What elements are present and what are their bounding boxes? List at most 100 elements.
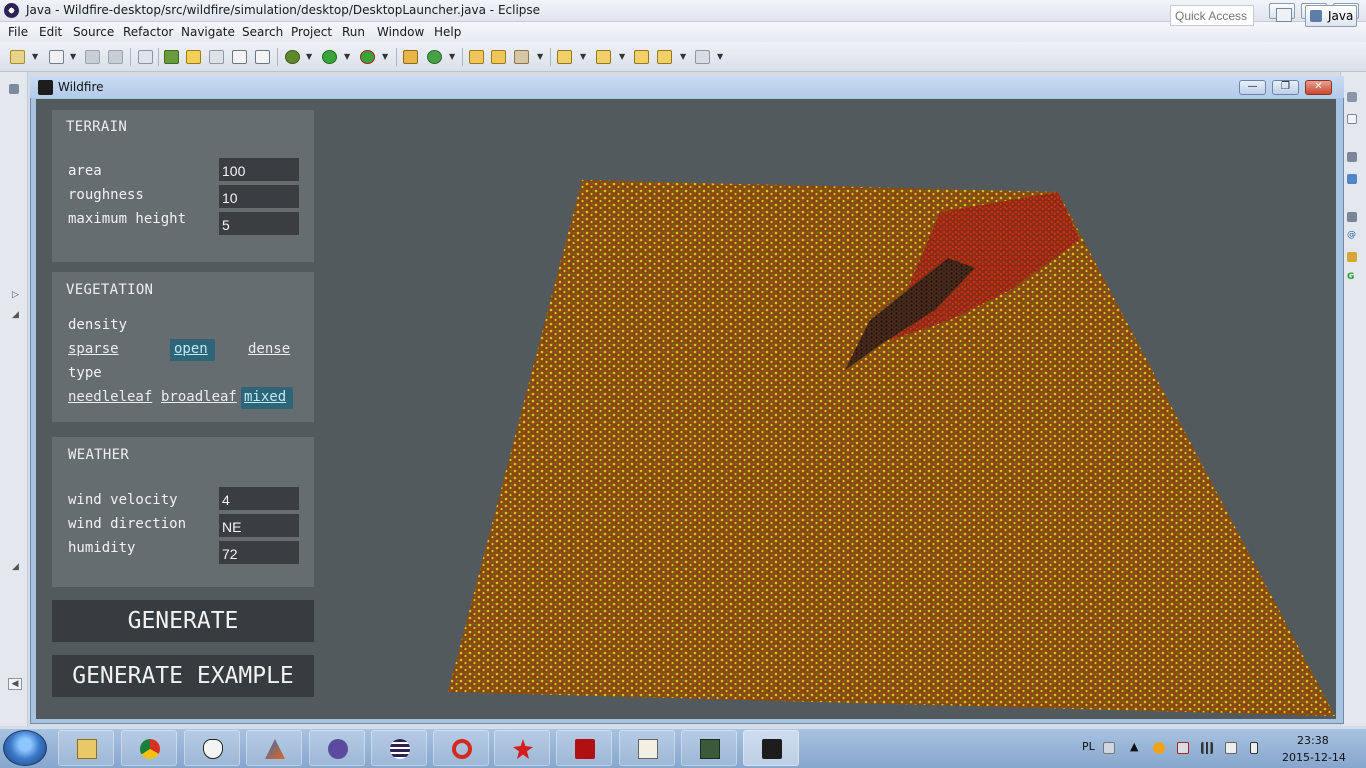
flag-icon[interactable]	[1177, 742, 1189, 754]
generate-button[interactable]: GENERATE	[52, 600, 314, 642]
taskbar-acrobat[interactable]	[556, 730, 612, 766]
gradle-icon[interactable]: G	[1347, 272, 1354, 282]
wind-velocity-input[interactable]	[219, 487, 299, 510]
save-all-icon[interactable]	[108, 50, 123, 64]
menu-search[interactable]: Search	[242, 25, 283, 39]
open-perspective-icon[interactable]	[1276, 8, 1292, 22]
wind-direction-input[interactable]	[219, 514, 299, 537]
new-icon[interactable]	[10, 50, 25, 64]
start-button[interactable]	[3, 730, 47, 766]
chevron-down-icon[interactable]: ▼	[717, 52, 723, 61]
forward-icon[interactable]	[695, 50, 710, 64]
chevron-down-icon[interactable]: ▼	[619, 52, 625, 61]
chevron-down-icon[interactable]: ▼	[70, 52, 76, 61]
chevron-down-icon[interactable]: ▼	[306, 52, 312, 61]
save-icon[interactable]	[85, 50, 100, 64]
package-explorer-icon[interactable]	[9, 84, 19, 94]
clock-time[interactable]: 23:38	[1297, 734, 1329, 747]
previous-annotation-icon[interactable]	[596, 50, 611, 64]
keyboard-icon[interactable]	[1103, 742, 1115, 754]
taskbar-app-1[interactable]	[184, 730, 240, 766]
taskbar-opera[interactable]	[433, 730, 489, 766]
taskbar-app-4[interactable]	[681, 730, 737, 766]
taskbar-app-2[interactable]	[309, 730, 365, 766]
maximum-height-input[interactable]	[219, 212, 299, 235]
humidity-input[interactable]	[219, 541, 299, 564]
battery-icon[interactable]	[1250, 742, 1258, 754]
menu-navigate[interactable]: Navigate	[181, 25, 235, 39]
external-tools-icon[interactable]	[360, 50, 375, 64]
collapse-icon[interactable]: ◢	[12, 310, 19, 320]
menu-file[interactable]: File	[8, 25, 28, 39]
taskbar-eclipse[interactable]	[371, 730, 427, 766]
chevron-down-icon[interactable]: ▼	[32, 52, 38, 61]
next-annotation-icon[interactable]	[557, 50, 572, 64]
refresh-icon[interactable]	[427, 50, 442, 64]
back-icon[interactable]	[657, 50, 672, 64]
taskbar-explorer[interactable]	[58, 730, 114, 766]
wildfire-maximize-button[interactable]: ❐	[1272, 80, 1299, 95]
edit-icon[interactable]	[209, 50, 224, 64]
quick-access-input[interactable]	[1170, 5, 1254, 26]
expand-icon[interactable]: ▷	[12, 290, 19, 300]
menu-window[interactable]: Window	[377, 25, 424, 39]
declaration-icon[interactable]	[1347, 252, 1357, 262]
chevron-down-icon[interactable]: ▼	[680, 52, 686, 61]
open-folder-icon[interactable]	[469, 50, 484, 64]
menu-project[interactable]: Project	[291, 25, 332, 39]
pin-icon[interactable]	[138, 50, 153, 64]
eclipse-icon	[390, 739, 410, 759]
pilcrow-icon[interactable]	[255, 50, 270, 64]
menu-refactor[interactable]: Refactor	[123, 25, 173, 39]
chevron-down-icon[interactable]: ▼	[580, 52, 586, 61]
taskbar-tex[interactable]	[619, 730, 675, 766]
clock-date[interactable]: 2015-12-14	[1282, 751, 1346, 764]
restore-icon[interactable]	[1347, 212, 1357, 222]
taskbar-matlab[interactable]	[246, 730, 302, 766]
chevron-down-icon[interactable]: ▼	[537, 52, 543, 61]
menu-source[interactable]: Source	[73, 25, 114, 39]
task-list-icon[interactable]	[1347, 114, 1357, 124]
outline-icon[interactable]	[1347, 92, 1357, 102]
density-option-sparse[interactable]: sparse	[66, 341, 121, 357]
type-option-mixed[interactable]: mixed	[241, 387, 293, 409]
debug-icon[interactable]	[285, 50, 300, 64]
taskbar-app-3[interactable]	[494, 730, 550, 766]
volume-icon[interactable]	[1225, 742, 1237, 754]
hierarchy-icon[interactable]	[1347, 174, 1357, 184]
type-option-broadleaf[interactable]: broadleaf	[159, 389, 239, 405]
open-type-icon[interactable]	[49, 50, 64, 64]
chevron-down-icon[interactable]: ▼	[449, 52, 455, 61]
show-hidden-icons[interactable]: ▲	[1130, 740, 1138, 753]
menu-edit[interactable]: Edit	[39, 25, 62, 39]
javadoc-icon[interactable]: @	[1347, 230, 1356, 240]
menu-run[interactable]: Run	[342, 25, 365, 39]
block-icon[interactable]	[232, 50, 247, 64]
restore-icon[interactable]	[1347, 152, 1357, 162]
type-option-needleleaf[interactable]: needleleaf	[66, 389, 154, 405]
pencil-icon[interactable]	[514, 50, 529, 64]
area-input[interactable]	[219, 158, 299, 181]
menu-help[interactable]: Help	[434, 25, 461, 39]
chevron-down-icon[interactable]: ▼	[382, 52, 388, 61]
network-icon[interactable]	[1201, 742, 1213, 754]
collapse-icon[interactable]: ◢	[12, 562, 19, 572]
wildfire-minimize-button[interactable]: —	[1239, 80, 1266, 95]
last-edit-icon[interactable]	[634, 50, 649, 64]
run-icon[interactable]	[322, 50, 337, 64]
update-icon[interactable]	[1153, 742, 1165, 754]
generate-example-button[interactable]: GENERATE EXAMPLE	[52, 655, 314, 697]
folder-icon[interactable]	[491, 50, 506, 64]
taskbar-wildfire[interactable]	[743, 730, 799, 766]
language-indicator[interactable]: PL	[1082, 740, 1095, 753]
scroll-left-icon[interactable]: ◀	[8, 678, 22, 690]
wildfire-close-button[interactable]: ✕	[1305, 80, 1332, 95]
density-option-dense[interactable]: dense	[246, 341, 292, 357]
roughness-input[interactable]	[219, 185, 299, 208]
taskbar-chrome[interactable]	[121, 730, 177, 766]
highlight-icon[interactable]	[186, 50, 201, 64]
breakpoint-icon[interactable]	[164, 50, 179, 64]
density-option-open[interactable]: open	[170, 339, 215, 361]
package-icon[interactable]	[403, 50, 418, 64]
chevron-down-icon[interactable]: ▼	[344, 52, 350, 61]
